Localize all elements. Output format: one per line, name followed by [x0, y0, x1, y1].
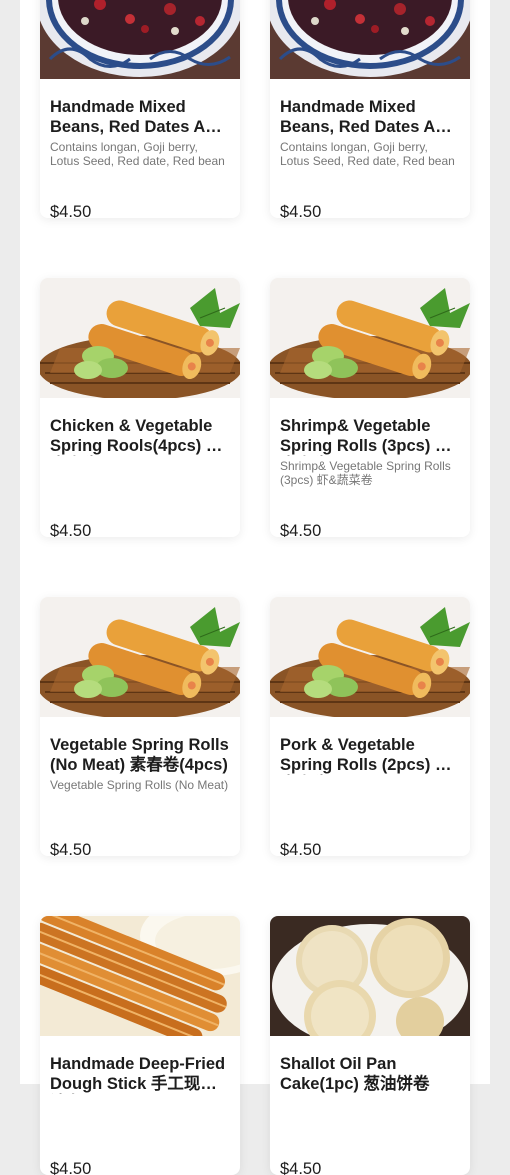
pan-cake-image — [270, 916, 470, 1036]
item-title: Handmade Mixed Beans, Red Dates And Long… — [50, 98, 226, 136]
spring-rolls-image — [40, 597, 240, 717]
menu-item-card[interactable]: Shallot Oil Pan Cake(1pc) 葱油饼卷 $4.50 — [270, 916, 470, 1175]
item-title: Shallot Oil Pan Cake(1pc) 葱油饼卷 — [280, 1055, 430, 1093]
menu-item-card[interactable]: Pork & Vegetable Spring Rolls (2pcs) 猪肉春… — [270, 597, 470, 856]
item-title: Handmade Deep-Fried Dough Stick 手工现炸油条 — [50, 1055, 226, 1093]
item-title: Vegetable Spring Rolls (No Meat) 素春卷(4pc… — [50, 736, 229, 774]
menu-item-card[interactable]: Handmade Mixed Beans, Red Dates And Long… — [270, 0, 470, 218]
item-description: Contains longan, Goji berry, Lotus Seed,… — [50, 141, 225, 168]
menu-item-card[interactable]: Shrimp& Vegetable Spring Rolls (3pcs) 虾肉… — [270, 278, 470, 537]
item-price: $4.50 — [50, 522, 92, 537]
item-price: $4.50 — [280, 841, 322, 856]
menu-item-card[interactable]: Chicken & Vegetable Spring Rools(4pcs) 鸡… — [40, 278, 240, 537]
spring-rolls-image — [40, 278, 240, 398]
item-price: $4.50 — [50, 841, 92, 856]
item-title: Chicken & Vegetable Spring Rools(4pcs) 鸡… — [50, 417, 223, 455]
item-title: Shrimp& Vegetable Spring Rolls (3pcs) 虾肉… — [280, 417, 452, 455]
item-price: $4.50 — [280, 1160, 322, 1175]
item-price: $4.50 — [50, 203, 92, 218]
item-description: Contains longan, Goji berry, Lotus Seed,… — [280, 141, 455, 168]
menu-page: Handmade Mixed Beans, Red Dates And Long… — [20, 0, 490, 1175]
bean-soup-image — [40, 0, 240, 79]
menu-item-card[interactable]: Handmade Deep-Fried Dough Stick 手工现炸油条 $… — [40, 916, 240, 1175]
menu-grid: Handmade Mixed Beans, Red Dates And Long… — [40, 0, 470, 1175]
item-price: $4.50 — [50, 1160, 92, 1175]
menu-item-card[interactable]: Handmade Mixed Beans, Red Dates And Long… — [40, 0, 240, 218]
spring-rolls-image — [270, 278, 470, 398]
dough-stick-image — [40, 916, 240, 1036]
item-price: $4.50 — [280, 203, 322, 218]
item-title: Pork & Vegetable Spring Rolls (2pcs) 猪肉春… — [280, 736, 452, 774]
item-price: $4.50 — [280, 522, 322, 537]
bean-soup-image — [270, 0, 470, 79]
item-description: Shrimp& Vegetable Spring Rolls (3pcs) 虾&… — [280, 460, 451, 487]
item-title: Handmade Mixed Beans, Red Dates And Long… — [280, 98, 456, 136]
item-description: Vegetable Spring Rolls (No Meat) — [50, 779, 229, 792]
menu-item-card[interactable]: Vegetable Spring Rolls (No Meat) 素春卷(4pc… — [40, 597, 240, 856]
spring-rolls-image — [270, 597, 470, 717]
